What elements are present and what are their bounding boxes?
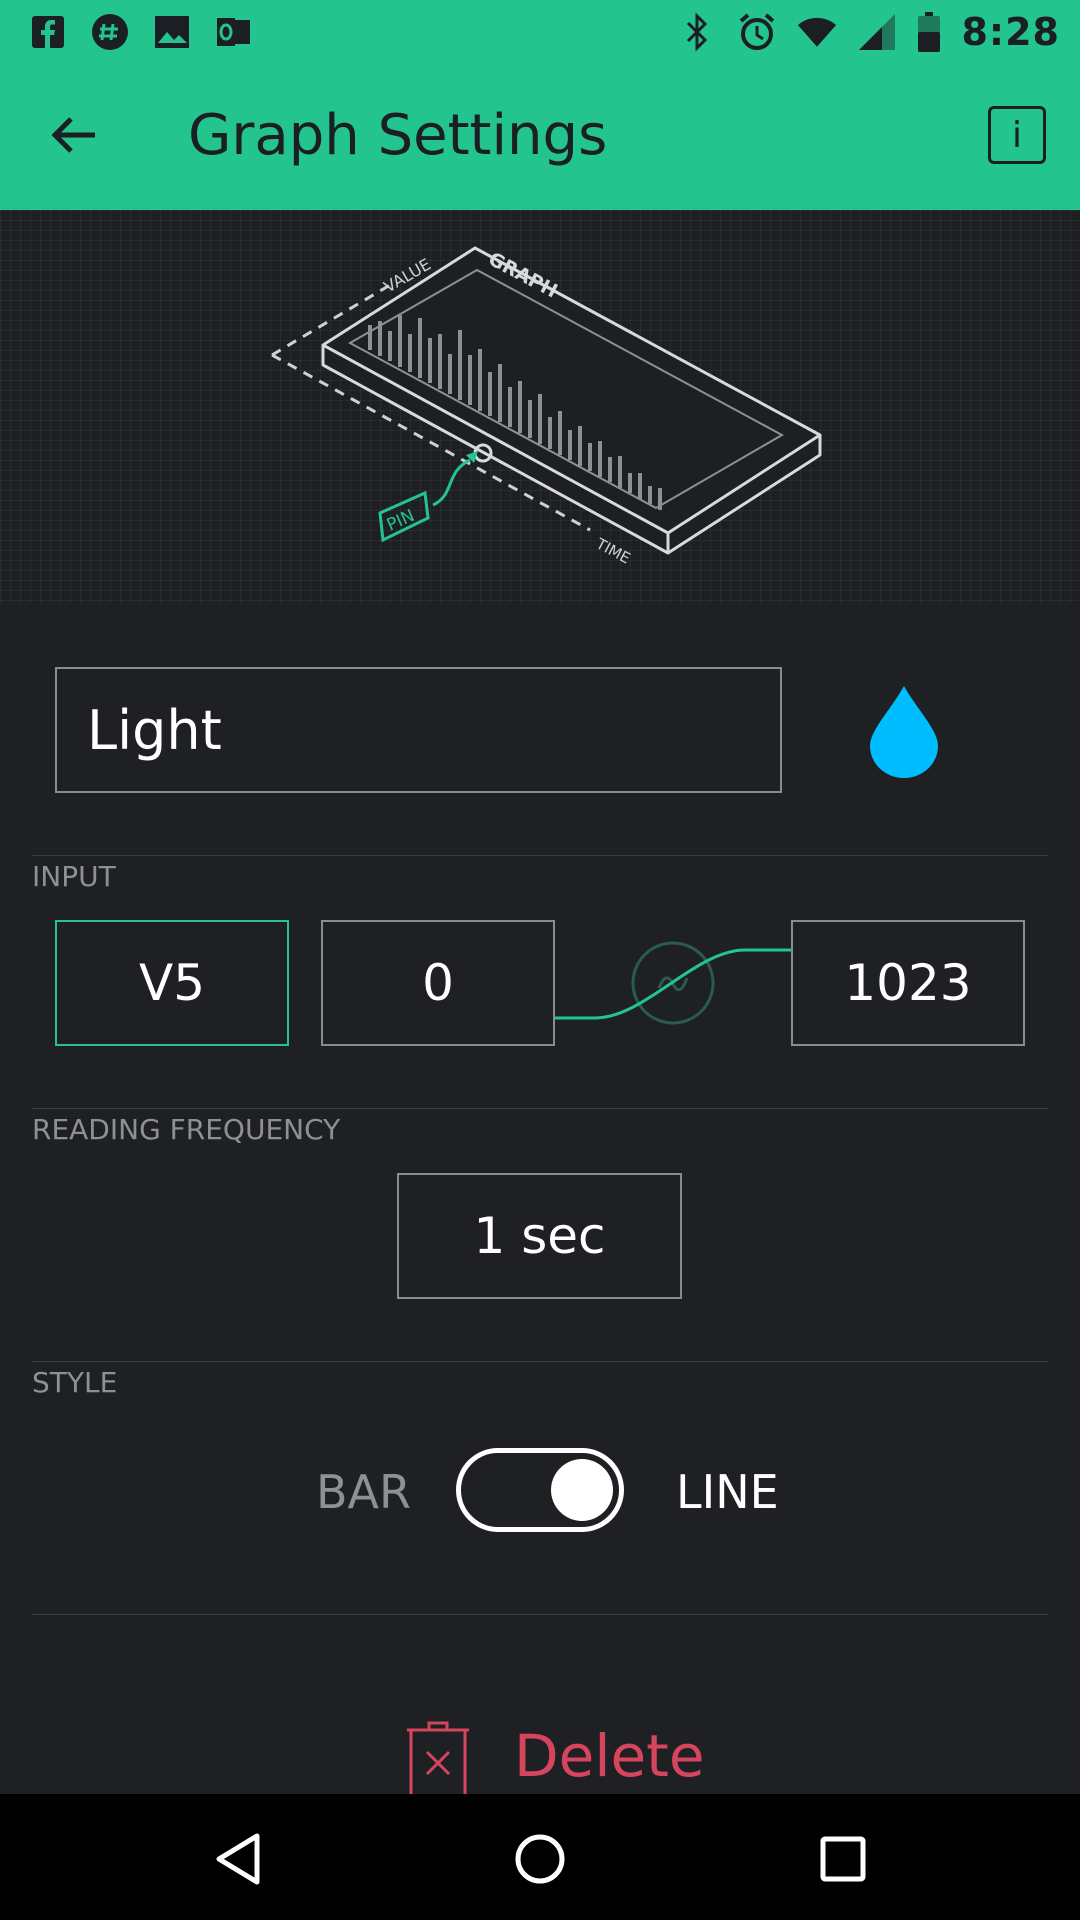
color-picker-button[interactable] bbox=[862, 680, 946, 780]
widget-name-input[interactable]: Light bbox=[55, 667, 782, 793]
color-drop-icon bbox=[870, 686, 938, 778]
time-label: TIME bbox=[592, 534, 633, 567]
delete-button[interactable]: Delete bbox=[514, 1720, 705, 1792]
info-button[interactable]: i bbox=[988, 106, 1046, 164]
clock: 8:28 bbox=[961, 9, 1060, 54]
info-icon: i bbox=[1011, 114, 1022, 156]
page-title: Graph Settings bbox=[188, 103, 608, 168]
nav-recents-icon[interactable] bbox=[808, 1824, 878, 1894]
bluetooth-icon bbox=[677, 11, 717, 52]
divider bbox=[32, 855, 1048, 856]
arrow-back-icon bbox=[51, 117, 95, 153]
hashtag-app-icon bbox=[90, 12, 130, 52]
image-icon bbox=[152, 12, 192, 52]
battery-icon bbox=[917, 11, 941, 52]
divider bbox=[32, 1361, 1048, 1362]
graph-illustration: PIN VALUE GRAPH TIME bbox=[0, 210, 1080, 603]
input-section-label: INPUT bbox=[32, 860, 116, 893]
back-button[interactable] bbox=[38, 95, 108, 175]
wifi-icon bbox=[797, 12, 837, 52]
mapping-curve bbox=[555, 920, 791, 1046]
divider bbox=[32, 1108, 1048, 1109]
status-bar: 8:28 bbox=[0, 0, 1080, 63]
min-value-input[interactable]: 0 bbox=[321, 920, 555, 1046]
alarm-icon bbox=[737, 12, 777, 52]
facebook-icon bbox=[28, 12, 68, 52]
reading-frequency-selector[interactable]: 1 sec bbox=[397, 1173, 682, 1299]
reading-frequency-label: READING FREQUENCY bbox=[32, 1113, 341, 1146]
nav-home-icon[interactable] bbox=[505, 1824, 575, 1894]
max-value-input[interactable]: 1023 bbox=[791, 920, 1025, 1046]
nav-back-icon[interactable] bbox=[203, 1824, 273, 1894]
divider bbox=[32, 1614, 1048, 1615]
style-toggle[interactable] bbox=[456, 1448, 624, 1532]
toggle-knob bbox=[551, 1459, 613, 1521]
style-section-label: STYLE bbox=[32, 1366, 118, 1399]
signal-icon bbox=[857, 12, 897, 52]
outlook-icon bbox=[214, 12, 254, 52]
pin-selector[interactable]: V5 bbox=[55, 920, 289, 1046]
style-line-label: LINE bbox=[676, 1465, 779, 1519]
delete-icon[interactable] bbox=[405, 1720, 471, 1800]
style-bar-label: BAR bbox=[316, 1465, 411, 1519]
